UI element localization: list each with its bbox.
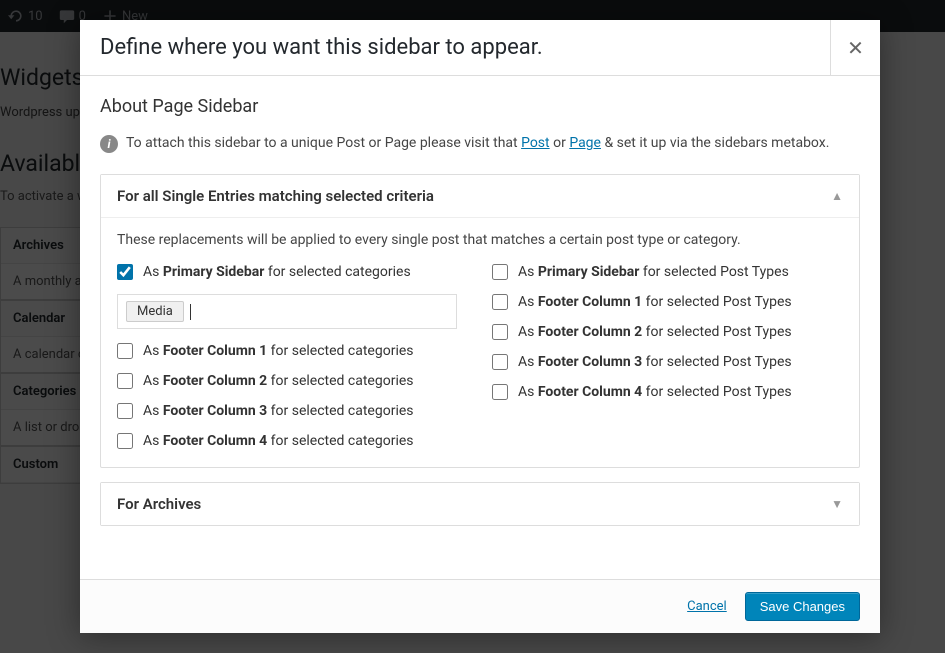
fc3-pt-checkbox[interactable]	[492, 354, 508, 370]
fc2-pt-checkbox[interactable]	[492, 324, 508, 340]
section-help: These replacements will be applied to ev…	[117, 232, 843, 248]
info-icon: i	[100, 135, 118, 153]
fc3-pt-row[interactable]: As Footer Column 3 for selected Post Typ…	[492, 354, 843, 370]
section-title: For Archives	[117, 495, 201, 513]
modal-body: About Page Sidebar i To attach this side…	[80, 76, 880, 579]
categories-column: As Primary Sidebar for selected categori…	[117, 264, 468, 449]
fc2-cat-checkbox[interactable]	[117, 373, 133, 389]
cancel-button[interactable]: Cancel	[687, 599, 727, 614]
info-message: i To attach this sidebar to a unique Pos…	[100, 133, 860, 154]
primary-cat-row[interactable]: As Primary Sidebar for selected categori…	[117, 264, 468, 280]
chevron-up-icon: ▲	[831, 189, 843, 203]
fc4-pt-checkbox[interactable]	[492, 384, 508, 400]
fc4-cat-row[interactable]: As Footer Column 4 for selected categori…	[117, 433, 468, 449]
primary-pt-row[interactable]: As Primary Sidebar for selected Post Typ…	[492, 264, 843, 280]
text-cursor	[190, 304, 191, 320]
archives-section: For Archives ▼	[100, 482, 860, 526]
info-text: To attach this sidebar to a unique Post …	[126, 133, 829, 154]
fc3-cat-row[interactable]: As Footer Column 3 for selected categori…	[117, 403, 468, 419]
tag-media[interactable]: Media	[126, 301, 184, 322]
fc1-pt-checkbox[interactable]	[492, 294, 508, 310]
save-button[interactable]: Save Changes	[745, 592, 860, 621]
fc1-cat-row[interactable]: As Footer Column 1 for selected categori…	[117, 343, 468, 359]
section-title: For all Single Entries matching selected…	[117, 187, 434, 205]
fc2-pt-row[interactable]: As Footer Column 2 for selected Post Typ…	[492, 324, 843, 340]
chevron-down-icon: ▼	[831, 497, 843, 511]
fc2-cat-row[interactable]: As Footer Column 2 for selected categori…	[117, 373, 468, 389]
modal-header: Define where you want this sidebar to ap…	[80, 20, 880, 76]
category-tag-input[interactable]: Media	[117, 294, 457, 329]
close-icon: ✕	[847, 36, 864, 60]
post-link[interactable]: Post	[521, 135, 550, 151]
section-header[interactable]: For all Single Entries matching selected…	[101, 175, 859, 217]
section-header[interactable]: For Archives ▼	[101, 483, 859, 525]
post-types-column: As Primary Sidebar for selected Post Typ…	[492, 264, 843, 449]
fc3-cat-checkbox[interactable]	[117, 403, 133, 419]
fc1-cat-checkbox[interactable]	[117, 343, 133, 359]
page-link[interactable]: Page	[569, 135, 601, 151]
sidebar-location-modal: Define where you want this sidebar to ap…	[80, 20, 880, 633]
primary-pt-checkbox[interactable]	[492, 264, 508, 280]
modal-title: Define where you want this sidebar to ap…	[100, 35, 543, 60]
section-body: These replacements will be applied to ev…	[101, 217, 859, 467]
fc1-pt-row[interactable]: As Footer Column 1 for selected Post Typ…	[492, 294, 843, 310]
single-entries-section: For all Single Entries matching selected…	[100, 174, 860, 468]
fc4-cat-checkbox[interactable]	[117, 433, 133, 449]
sidebar-name: About Page Sidebar	[100, 96, 860, 117]
fc4-pt-row[interactable]: As Footer Column 4 for selected Post Typ…	[492, 384, 843, 400]
modal-footer: Cancel Save Changes	[80, 579, 880, 633]
primary-cat-checkbox[interactable]	[117, 264, 133, 280]
close-button[interactable]: ✕	[830, 20, 880, 76]
